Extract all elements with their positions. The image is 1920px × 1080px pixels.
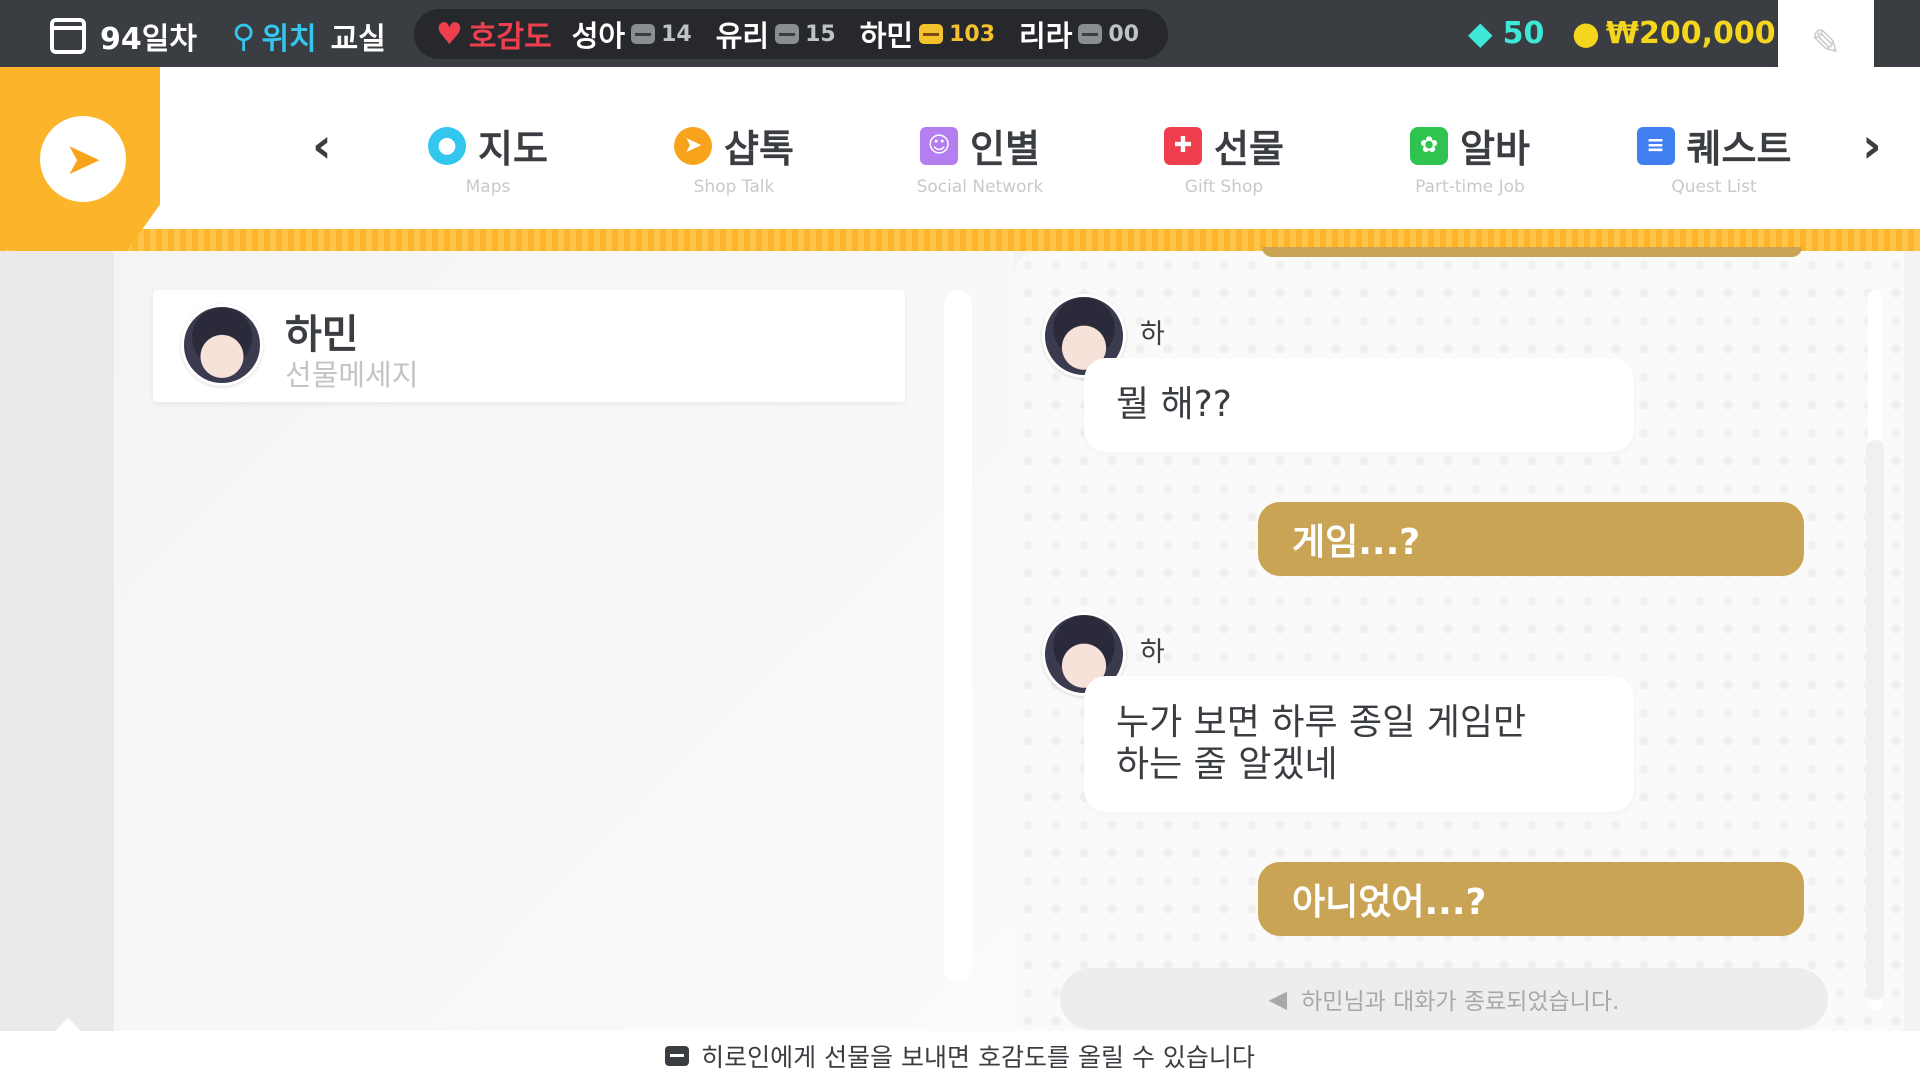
nav-item-label: 선물: [1214, 127, 1284, 171]
money-counter: ● ₩200,000: [1572, 14, 1776, 52]
day-label: 94일차: [100, 22, 197, 57]
gem-counter: ◆ 50: [1468, 14, 1544, 52]
map-pin-icon: ●: [428, 126, 467, 165]
nav-item-sublabel: Quest List: [1671, 177, 1757, 197]
nav-item-label: 알바: [1460, 127, 1530, 171]
contact-subtitle: 선물메세지: [285, 358, 419, 392]
nav-item-label: 퀘스트: [1686, 127, 1792, 171]
neutral-face-icon: [775, 24, 800, 44]
previous-reply-edge: [1262, 247, 1802, 257]
gift-icon: ✚: [1164, 126, 1203, 165]
nav-item-label: 샵톡: [724, 127, 794, 171]
nav-item-sublabel: Shop Talk: [693, 177, 775, 197]
wrench-icon: ✎: [1810, 22, 1842, 64]
affinity-panel: ♥ 호감도 성아 14 유리 15 하민 103 리라 00: [414, 9, 1168, 59]
nav-item-maps[interactable]: ● 지도 Maps: [388, 118, 588, 197]
happy-face-icon: [919, 24, 944, 44]
calendar-icon: [50, 18, 86, 54]
day-counter: 94일차: [50, 14, 197, 58]
clipboard-icon: ≡: [1636, 126, 1675, 165]
character-name: 리라: [1019, 19, 1073, 53]
nav-item-shop-talk[interactable]: ➤ 샵톡 Shop Talk: [634, 118, 834, 197]
shop-talk-home-button[interactable]: ➤: [40, 116, 126, 202]
nav-item-label: 인별: [970, 127, 1040, 171]
bottom-hint-bar: 히로인에게 선물을 보내면 호감도를 올릴 수 있습니다: [0, 1031, 1920, 1080]
location-indicator: ⚲ 위치 교실: [232, 14, 386, 58]
conversation-ended-notice: ◀ 하민님과 대화가 종료되었습니다.: [1060, 968, 1828, 1030]
chat-scrollbar-thumb[interactable]: [1866, 440, 1884, 1000]
megaphone-icon: ◀: [1268, 985, 1288, 1013]
job-badge-icon: ✿: [1410, 126, 1449, 165]
affinity-label: 호감도: [468, 20, 552, 55]
nav-item-sublabel: Part-time Job: [1415, 177, 1525, 197]
money-value: ₩200,000: [1605, 15, 1776, 51]
caret-up-icon: [54, 1018, 82, 1032]
left-gutter: [0, 251, 114, 1031]
nav-next-arrow[interactable]: ›: [1862, 118, 1882, 174]
diamond-icon: ◆: [1468, 14, 1493, 52]
nav-item-gift-shop[interactable]: ✚ 선물 Gift Shop: [1124, 118, 1324, 197]
location-value: 교실: [330, 22, 386, 57]
affinity-character-lira: 리라 00: [1019, 13, 1139, 55]
nav-prev-arrow[interactable]: ‹: [312, 118, 332, 174]
neutral-face-icon: [1078, 24, 1103, 44]
incoming-bubble: 뭘 해??: [1084, 358, 1634, 452]
end-notice-text: 하민님과 대화가 종료되었습니다.: [1301, 989, 1620, 1015]
heart-icon: ♥: [436, 16, 463, 52]
outgoing-bubble: 게임...?: [1258, 502, 1804, 576]
nav-item-part-time-job[interactable]: ✿ 알바 Part-time Job: [1370, 118, 1570, 197]
hamin-avatar: [181, 304, 263, 386]
message-text: 게임...?: [1292, 522, 1421, 563]
affinity-value: 15: [805, 21, 836, 47]
affinity-character-hamin: 하민 103: [860, 13, 995, 55]
contact-list-item[interactable]: 하민 선물메세지: [153, 290, 905, 402]
location-pin-icon: ⚲: [232, 17, 256, 55]
message-text: 아니었어...?: [1292, 882, 1487, 923]
coin-icon: ●: [1572, 14, 1600, 52]
contact-book-icon: ☺: [920, 126, 959, 165]
affinity-value: 103: [949, 21, 996, 47]
character-name: 유리: [715, 19, 770, 53]
contact-list-scrollbar[interactable]: [944, 290, 972, 982]
neutral-face-icon: [631, 24, 656, 44]
message-text-line: 누가 보면 하루 종일 게임만: [1116, 702, 1527, 743]
hint-text: 히로인에게 선물을 보내면 호감도를 올릴 수 있습니다: [701, 1042, 1255, 1072]
top-status-bar: 94일차 ⚲ 위치 교실 ♥ 호감도 성아 14 유리 15 하민 103 리라…: [0, 0, 1920, 86]
nav-item-sublabel: Maps: [465, 177, 511, 197]
character-name: 하민: [859, 19, 914, 53]
affinity-character-yuri: 유리 15: [716, 13, 836, 55]
nav-item-label: 지도: [478, 127, 548, 171]
location-label: 위치: [261, 22, 317, 57]
message-text: 뭘 해??: [1116, 384, 1232, 425]
character-name: 성아: [571, 19, 626, 53]
nav-item-quest-list[interactable]: ≡ 퀘스트 Quest List: [1614, 118, 1814, 197]
affinity-character-seonga: 성아 14: [572, 13, 692, 55]
message-text-line: 하는 줄 알겠네: [1116, 744, 1338, 785]
affinity-value: 00: [1108, 21, 1140, 47]
incoming-bubble: 누가 보면 하루 종일 게임만 하는 줄 알겠네: [1084, 676, 1634, 812]
nav-item-sublabel: Gift Shop: [1184, 177, 1264, 197]
chat-bubble-icon: [665, 1045, 690, 1066]
gem-value: 50: [1502, 15, 1545, 51]
paper-plane-icon: ➤: [674, 126, 713, 165]
nav-item-social-network[interactable]: ☺ 인별 Social Network: [880, 118, 1080, 197]
affinity-value: 14: [661, 21, 692, 47]
nav-item-sublabel: Social Network: [916, 177, 1044, 197]
paper-plane-icon: ➤: [64, 133, 102, 185]
outgoing-bubble: 아니었어...?: [1258, 862, 1804, 936]
